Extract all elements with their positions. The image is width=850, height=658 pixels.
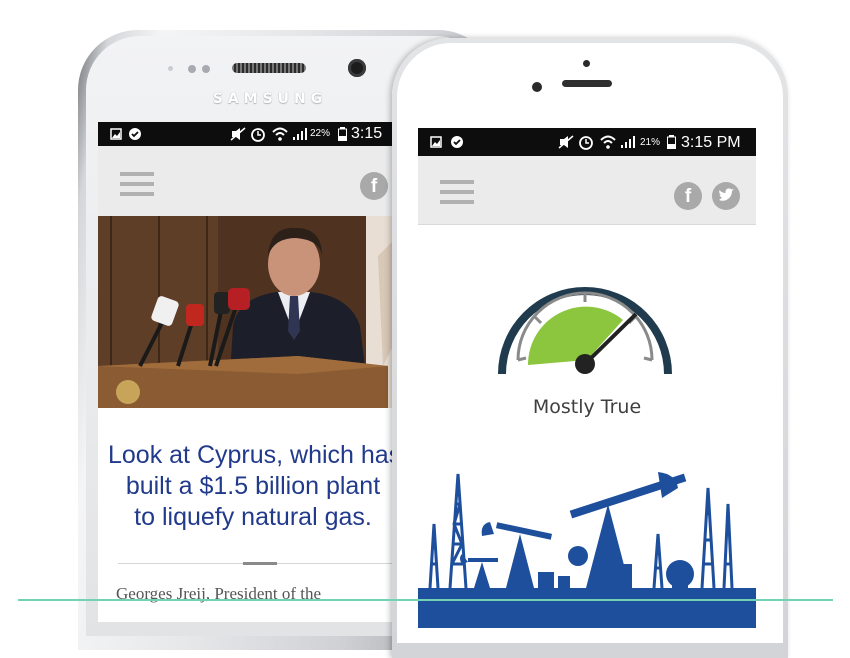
twitter-icon[interactable] xyxy=(712,182,740,210)
app-header: f xyxy=(418,156,756,225)
check-icon xyxy=(129,128,141,140)
status-bar: 21% 3:15 PM xyxy=(418,128,756,156)
alarm-icon xyxy=(251,128,265,142)
battery-percent: 22% xyxy=(310,128,331,139)
sensor-dot xyxy=(188,65,196,73)
iphone-screen: 21% 3:15 PM f Mostly True xyxy=(418,128,756,628)
article-photo xyxy=(98,216,398,408)
status-time: 3:15 xyxy=(351,125,383,142)
oil-field-illustration xyxy=(418,472,756,628)
wifi-icon xyxy=(272,127,288,141)
status-time: 3:15 PM xyxy=(681,134,741,151)
verdict-label: Mostly True xyxy=(532,396,642,418)
meter-fill xyxy=(527,306,623,365)
gallery-icon xyxy=(110,128,122,140)
meter-hub xyxy=(575,354,595,374)
wifi-icon xyxy=(600,135,616,149)
article-body-text: Georges Jreij, President of the xyxy=(116,584,322,603)
divider-accent xyxy=(243,562,277,565)
speaker-at-podium-image xyxy=(98,216,398,408)
headline-line-1: Look at Cyprus, which has xyxy=(108,441,398,469)
facebook-icon[interactable]: f xyxy=(674,182,702,210)
mute-icon xyxy=(558,135,574,149)
signal-icon xyxy=(621,136,635,148)
front-camera xyxy=(348,59,366,77)
headline-line-2: built a $1.5 billion plant xyxy=(125,472,381,500)
mute-icon xyxy=(230,127,246,141)
signal-icon xyxy=(293,128,307,140)
sensor-dot xyxy=(168,66,173,71)
menu-icon[interactable] xyxy=(440,180,474,204)
check-icon xyxy=(451,136,463,148)
gallery-icon xyxy=(430,136,442,148)
front-camera xyxy=(532,82,542,92)
battery-icon xyxy=(338,127,347,141)
earpiece-speaker xyxy=(232,63,306,73)
battery-icon xyxy=(667,135,676,149)
truth-meter-gauge xyxy=(498,287,672,374)
menu-icon[interactable] xyxy=(120,172,154,196)
footer-accent-line xyxy=(18,599,833,601)
battery-percent: 21% xyxy=(640,137,661,148)
app-header: f xyxy=(98,146,398,216)
headline-line-3: to liquefy natural gas. xyxy=(134,503,372,531)
alarm-icon xyxy=(579,136,593,150)
earpiece-speaker xyxy=(562,80,612,87)
sensor-dot xyxy=(202,65,210,73)
facebook-icon[interactable]: f xyxy=(360,172,388,200)
samsung-screen: 22% 3:15 f Look at Cyprus, which has bui… xyxy=(98,122,398,622)
samsung-brand-logo: SAMSUNG xyxy=(212,91,328,107)
status-bar: 22% 3:15 xyxy=(98,122,398,146)
proximity-sensor xyxy=(583,60,590,67)
